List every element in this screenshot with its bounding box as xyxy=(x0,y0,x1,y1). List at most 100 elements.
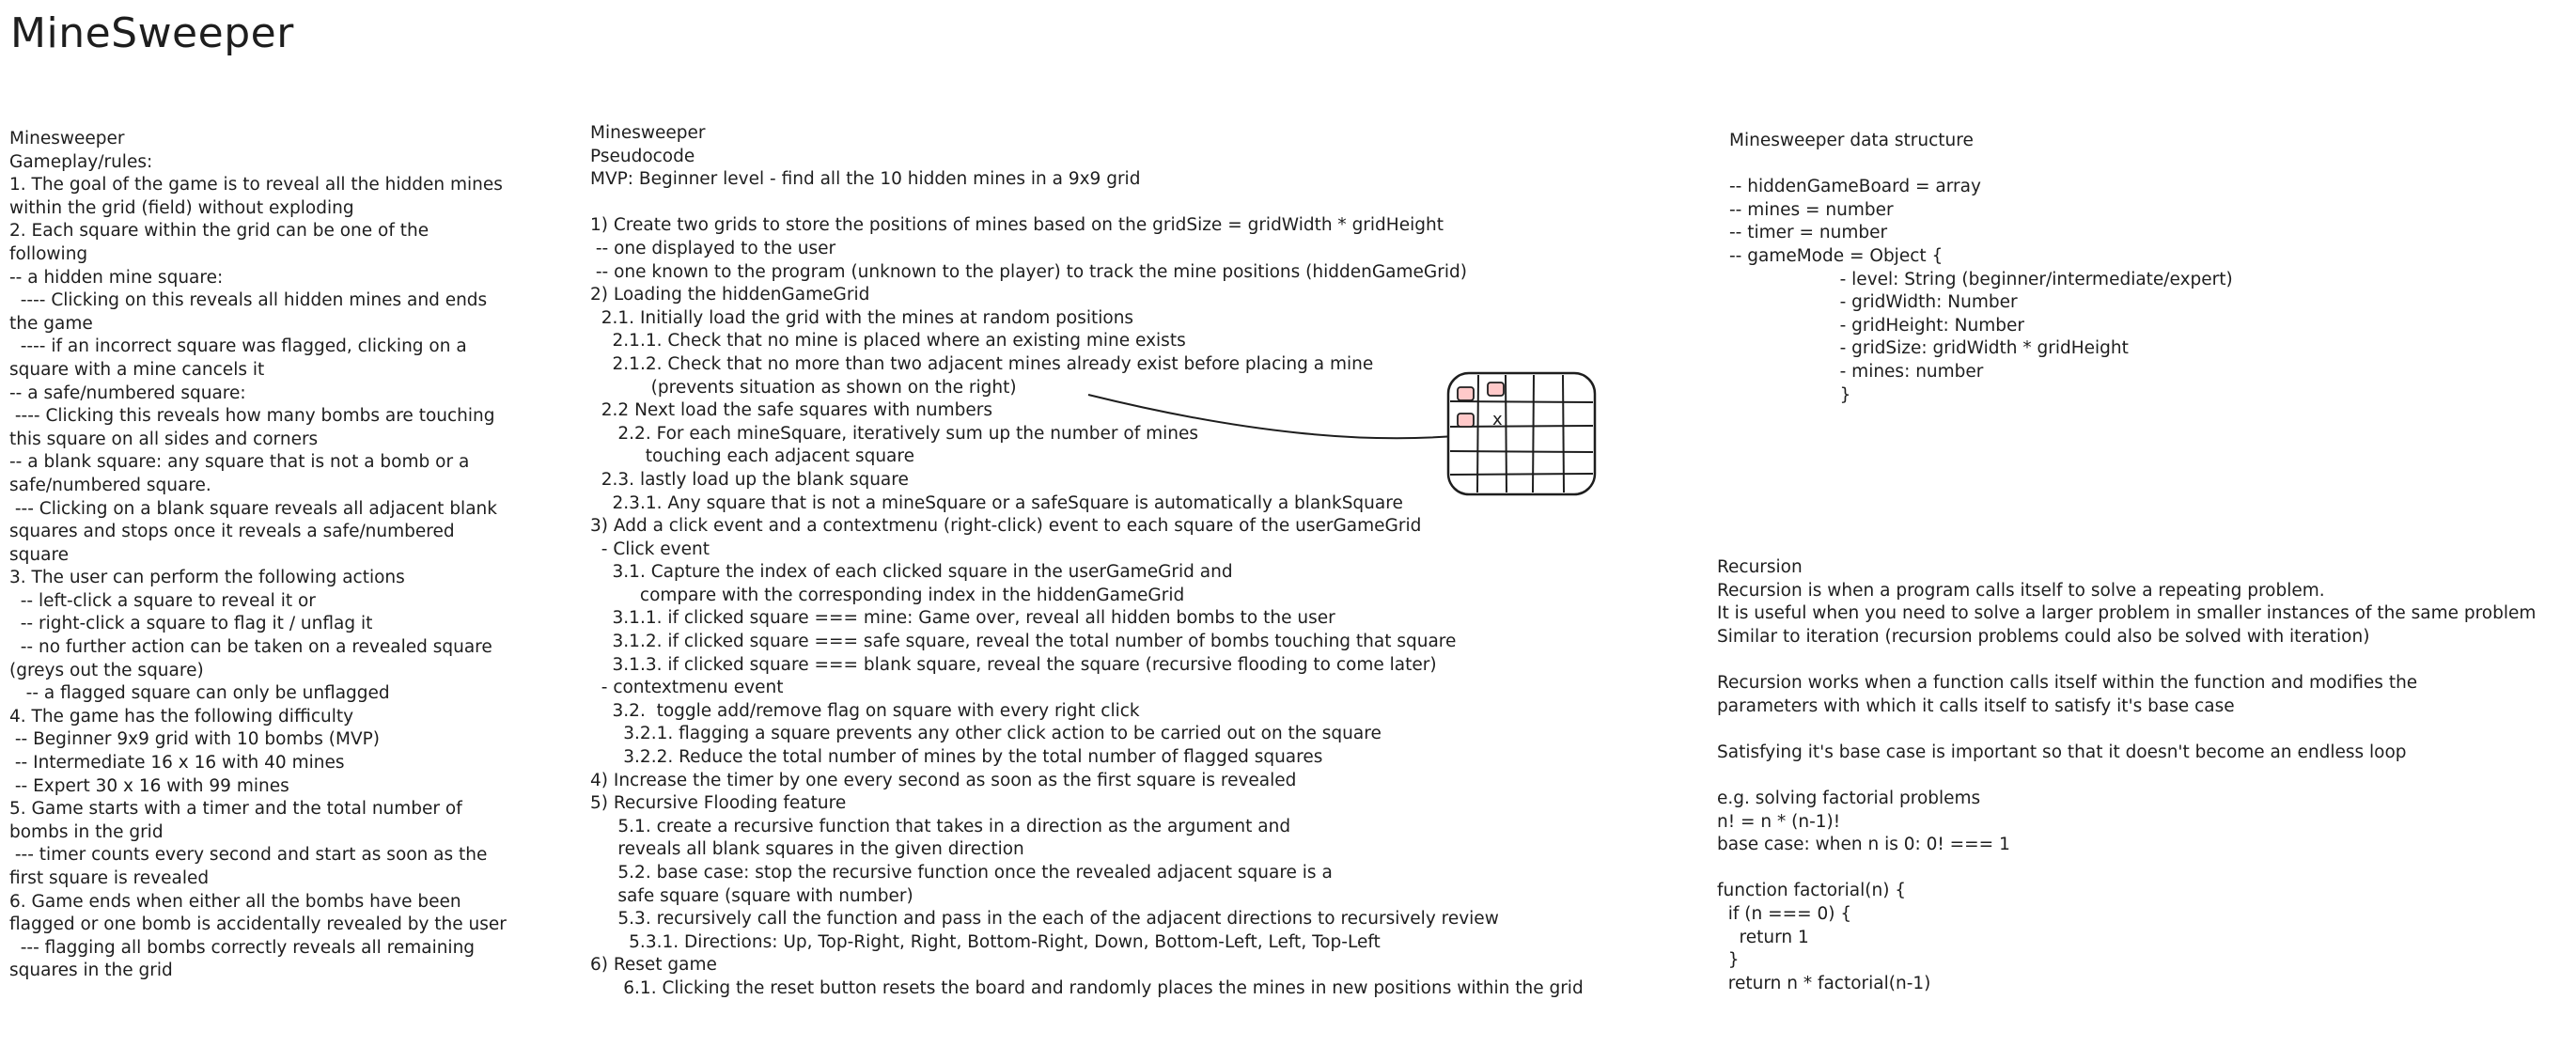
text-line: Satisfying it's base case is important s… xyxy=(1717,742,2407,762)
text-line: ---- if an incorrect square was flagged,… xyxy=(9,336,467,357)
text-line: -- a hidden mine square: xyxy=(9,267,224,288)
text-line: (greys out the square) xyxy=(9,660,204,680)
text-line: -- Intermediate 16 x 16 with 40 mines xyxy=(9,753,345,774)
text-line: } xyxy=(1717,950,1740,971)
text-line: Recursion is when a program calls itself… xyxy=(1717,580,2325,601)
text-line: base case: when n is 0: 0! === 1 xyxy=(1717,835,2010,855)
text-line: return n * factorial(n-1) xyxy=(1717,973,1931,993)
text-line: 6) Reset game xyxy=(590,955,717,976)
text-line: Recursion xyxy=(1717,557,1803,577)
text-line xyxy=(590,192,1584,215)
text-line: safe/numbered square. xyxy=(9,475,211,495)
text-line: 2.2 Next load the safe squares with numb… xyxy=(590,400,992,421)
text-line: -- timer = number xyxy=(1729,223,1888,243)
text-line: 5.1. create a recursive function that ta… xyxy=(590,816,1291,836)
text-line: - Click event xyxy=(590,539,710,559)
text-line: ---- Clicking on this reveals all hidden… xyxy=(9,290,488,311)
text-line: 2) Loading the hiddenGameGrid xyxy=(590,285,870,305)
text-line: --- flagging all bombs correctly reveals… xyxy=(9,937,476,958)
text-line: square with a mine cancels it xyxy=(9,359,265,380)
text-line: flagged or one bomb is accidentally reve… xyxy=(9,914,507,935)
text-line: 2.1.2. Check that no more than two adjac… xyxy=(590,353,1374,374)
text-line: bombs in the grid xyxy=(9,821,164,842)
text-line: 2. Each square within the grid can be on… xyxy=(9,221,429,242)
text-line: - contextmenu event xyxy=(590,678,784,698)
text-line: 4. The game has the following difficulty xyxy=(9,706,354,727)
text-line: 5. Game starts with a timer and the tota… xyxy=(9,799,462,820)
text-line: function factorial(n) { xyxy=(1717,881,1907,901)
text-line: --- Clicking on a blank square reveals a… xyxy=(9,498,497,519)
text-line: -- left-click a square to reveal it or xyxy=(9,590,316,611)
text-line: the game xyxy=(9,313,93,334)
text-line: 2.1. Initially load the grid with the mi… xyxy=(590,307,1134,328)
text-line: -- mines = number xyxy=(1729,199,1894,220)
text-line: -- a blank square: any square that is no… xyxy=(9,452,470,473)
text-line: first square is revealed xyxy=(9,868,210,888)
text-line: 2.1.1. Check that no mine is placed wher… xyxy=(590,331,1186,352)
text-line: 3.1.3. if clicked square === blank squar… xyxy=(590,654,1437,675)
text-line: -- one known to the program (unknown to … xyxy=(590,261,1467,282)
text-line: squares and stops once it reveals a safe… xyxy=(9,522,455,542)
text-line: - gridSize: gridWidth * gridHeight xyxy=(1729,338,2129,359)
text-line: 2.2. For each mineSquare, iteratively su… xyxy=(590,423,1198,444)
text-line: 6. Game ends when either all the bombs h… xyxy=(9,891,461,912)
text-line: --- timer counts every second and start … xyxy=(9,845,488,866)
text-line: return 1 xyxy=(1717,927,1809,947)
text-line: -- gameMode = Object { xyxy=(1729,245,1944,266)
text-line xyxy=(1729,153,2233,177)
text-line: -- a flagged square can only be unflagge… xyxy=(9,683,390,704)
text-line: Pseudocode xyxy=(590,146,695,166)
text-line: parameters with which it calls itself to… xyxy=(1717,695,2235,716)
text-line: Minesweeper xyxy=(590,123,706,143)
pseudocode-text: Minesweeper Pseudocode MVP: Beginner level… xyxy=(590,122,1584,1001)
text-line: Recursion works when a function calls it… xyxy=(1717,672,2418,693)
text-line: 5) Recursive Flooding feature xyxy=(590,793,847,814)
text-line: 3.1. Capture the index of each clicked s… xyxy=(590,562,1233,583)
text-line: 3. The user can perform the following ac… xyxy=(9,568,405,588)
text-line: 4) Increase the timer by one every secon… xyxy=(590,770,1297,790)
text-line: - gridWidth: Number xyxy=(1729,292,2018,313)
text-line: Minesweeper xyxy=(9,129,125,148)
text-line: - level: String (beginner/intermediate/e… xyxy=(1729,269,2233,289)
text-line: safe square (square with number) xyxy=(590,885,913,906)
gameplay-rules-text: Minesweeper Gameplay/rules: 1. The goal of… xyxy=(9,128,507,983)
text-line: square xyxy=(9,544,70,565)
text-line: -- hiddenGameBoard = array xyxy=(1729,177,1981,197)
text-line: touching each adjacent square xyxy=(590,446,914,467)
text-line: -- right-click a square to flag it / unf… xyxy=(9,614,373,634)
text-line: following xyxy=(9,243,88,264)
text-line: -- no further action can be taken on a r… xyxy=(9,637,492,658)
text-line: 5.2. base case: stop the recursive funct… xyxy=(590,863,1333,883)
text-line: It is useful when you need to solve a la… xyxy=(1717,603,2537,624)
text-line: 3.2.2. Reduce the total number of mines … xyxy=(590,747,1323,768)
text-line: 3.1.1. if clicked square === mine: Game … xyxy=(590,608,1335,629)
text-line: squares in the grid xyxy=(9,961,173,981)
text-line: 1) Create two grids to store the positio… xyxy=(590,215,1444,236)
page-title: MineSweeper xyxy=(10,9,294,57)
text-line: this square on all sides and corners xyxy=(9,429,319,449)
text-line: -- Beginner 9x9 grid with 10 bombs (MVP) xyxy=(9,729,380,750)
text-line: -- one displayed to the user xyxy=(590,238,836,258)
text-line: ---- Clicking this reveals how many bomb… xyxy=(9,406,495,427)
text-line xyxy=(1717,857,2536,881)
data-structure-text: Minesweeper data structure -- hiddenGameB… xyxy=(1729,130,2233,407)
text-line: MVP: Beginner level - find all the 10 hi… xyxy=(590,169,1141,190)
text-line: 3) Add a click event and a contextmenu (… xyxy=(590,516,1422,537)
text-line: Minesweeper data structure xyxy=(1729,131,1974,150)
text-line: 3.2. toggle add/remove flag on square wi… xyxy=(590,700,1140,721)
text-line: 5.3.1. Directions: Up, Top-Right, Right,… xyxy=(590,931,1381,952)
text-line: 2.3. lastly load up the blank square xyxy=(590,469,909,490)
text-line: e.g. solving factorial problems xyxy=(1717,788,1981,808)
text-line xyxy=(1717,649,2536,672)
text-line: -- a safe/numbered square: xyxy=(9,383,246,403)
text-line: - gridHeight: Number xyxy=(1729,315,2024,336)
text-line: 3.1.2. if clicked square === safe square… xyxy=(590,632,1457,652)
text-line: 1. The goal of the game is to reveal all… xyxy=(9,175,503,195)
text-line: - mines: number xyxy=(1729,361,1984,382)
text-line: -- Expert 30 x 16 with 99 mines xyxy=(9,775,289,796)
text-line: if (n === 0) { xyxy=(1717,903,1852,924)
text-line: 3.2.1. flagging a square prevents any ot… xyxy=(590,724,1382,744)
text-line: 2.3.1. Any square that is not a mineSqua… xyxy=(590,492,1403,513)
text-line: compare with the corresponding index in … xyxy=(590,585,1185,605)
text-line: reveals all blank squares in the given d… xyxy=(590,839,1024,860)
